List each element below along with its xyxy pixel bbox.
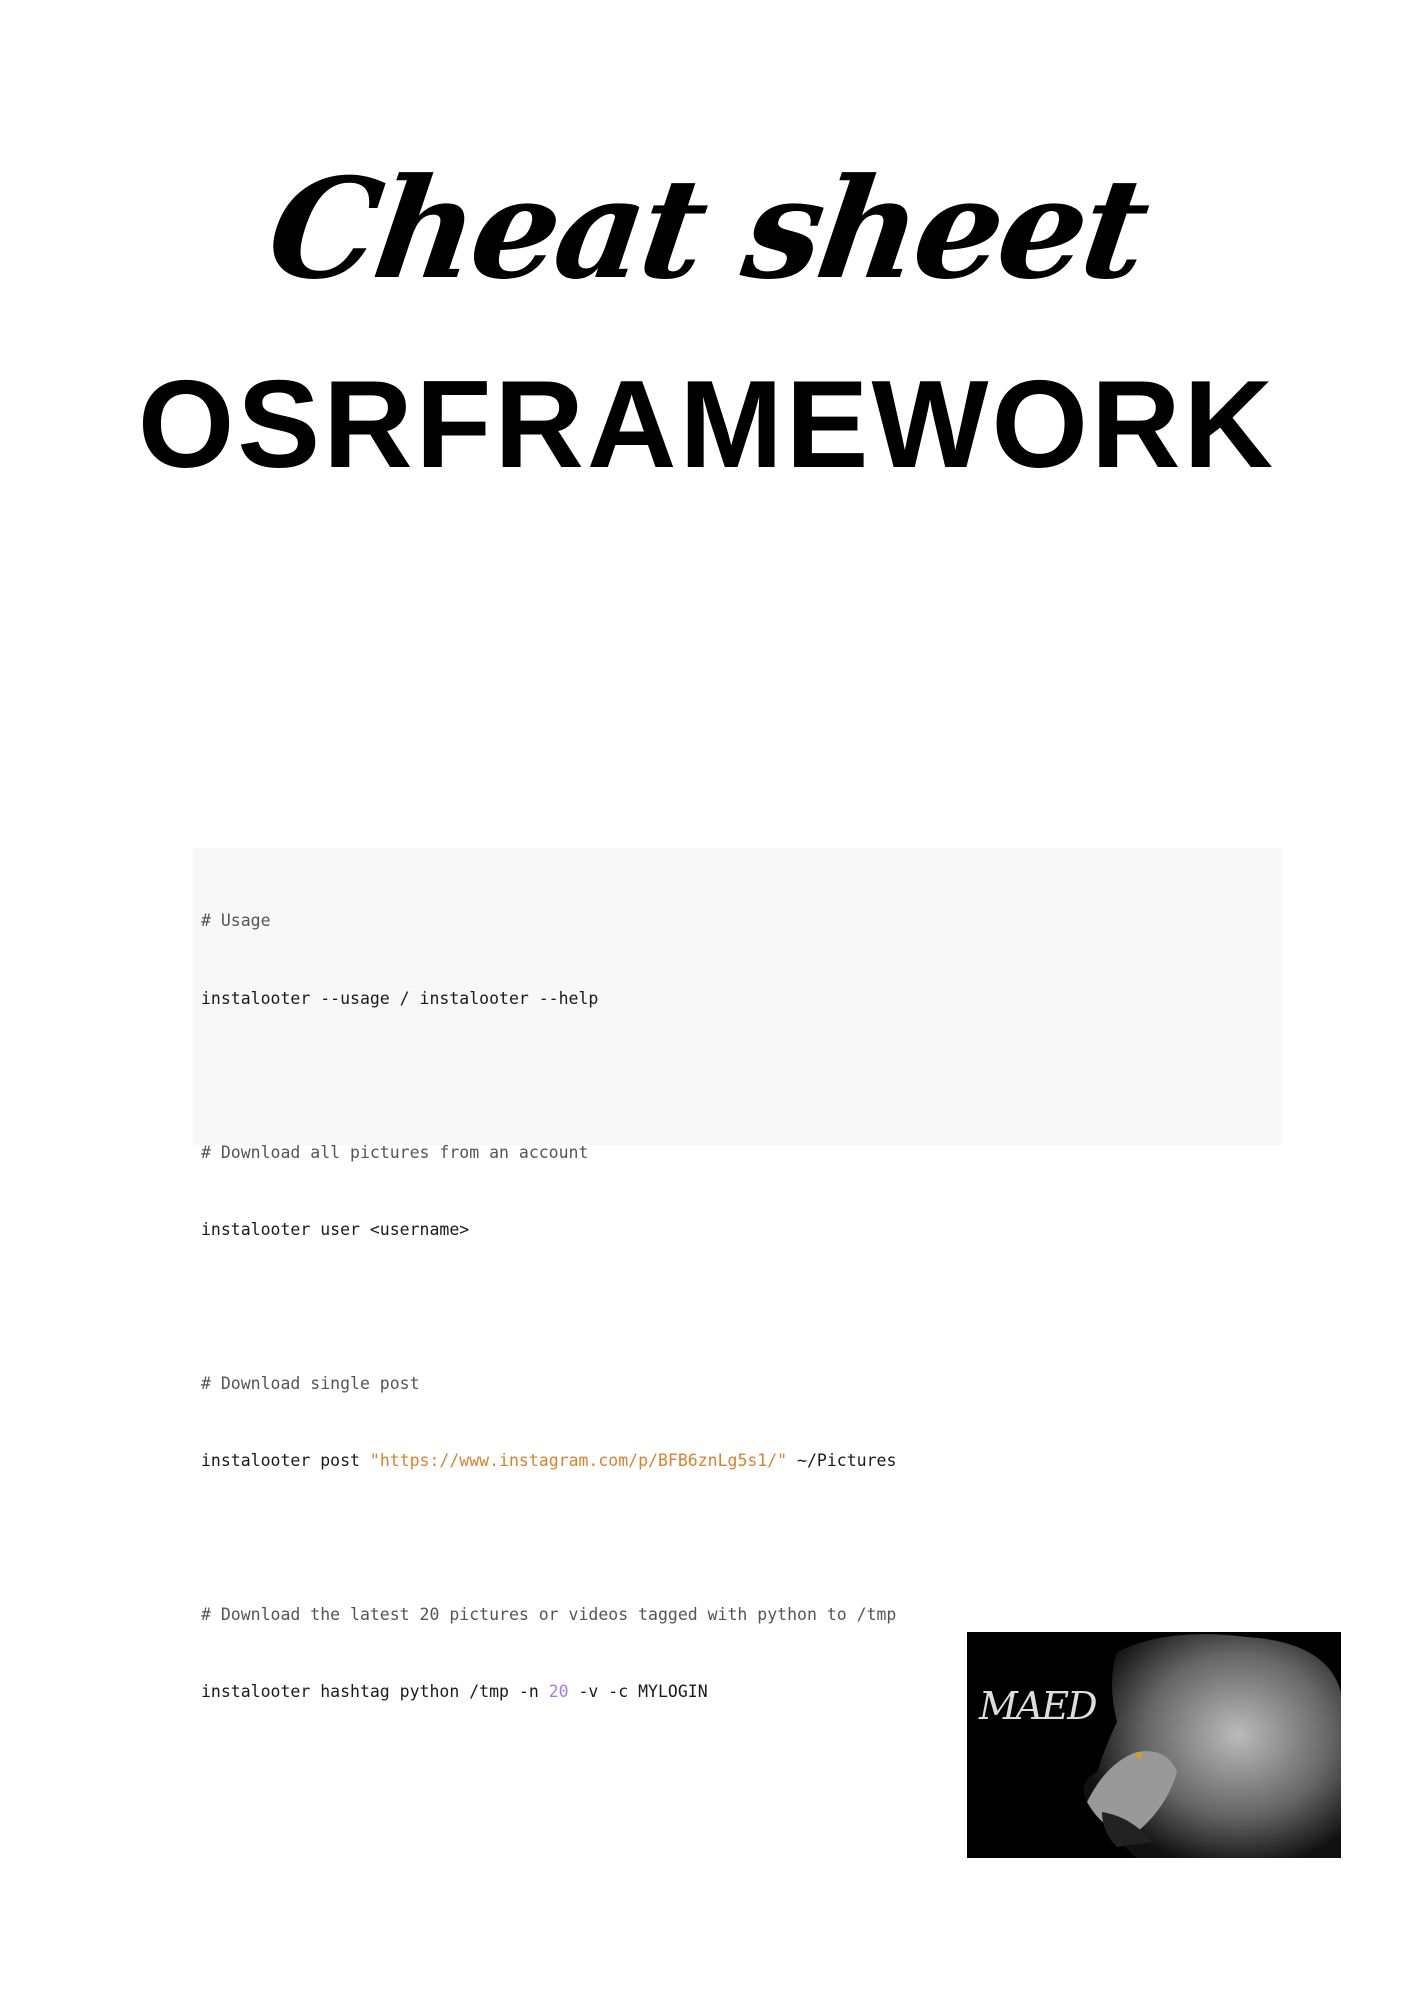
- code-string: "https://www.instagram.com/p/BFB6znLg5s1…: [369, 1451, 788, 1471]
- lion-logo-image: MAED: [967, 1632, 1341, 1858]
- code-block: # Usage instalooter --usage / instaloote…: [193, 848, 1282, 1701]
- lion-icon: [1083, 1634, 1341, 1858]
- code-text: instalooter hashtag python /tmp -n: [201, 1682, 549, 1702]
- code-text: instalooter post: [201, 1451, 370, 1471]
- code-line: instalooter user <username>: [201, 1219, 470, 1239]
- code-text: ~/Pictures: [787, 1451, 897, 1471]
- code-comment: # Usage: [201, 911, 271, 931]
- code-comment: # Download all pictures from an account: [201, 1142, 589, 1162]
- page-title: OSRFRAMEWORK: [137, 356, 1277, 494]
- code-comment: # Download single post: [201, 1373, 420, 1393]
- code-line: instalooter post "https://www.instagram.…: [201, 1448, 1274, 1474]
- code-text: -v -c MYLOGIN: [568, 1682, 708, 1702]
- code-number: 20: [548, 1682, 569, 1702]
- logo-text: MAED: [979, 1684, 1098, 1728]
- script-title: Cheat sheet: [259, 147, 1155, 310]
- code-comment: # Download the latest 20 pictures or vid…: [201, 1605, 897, 1625]
- code-line: instalooter --usage / instalooter --help: [201, 988, 599, 1008]
